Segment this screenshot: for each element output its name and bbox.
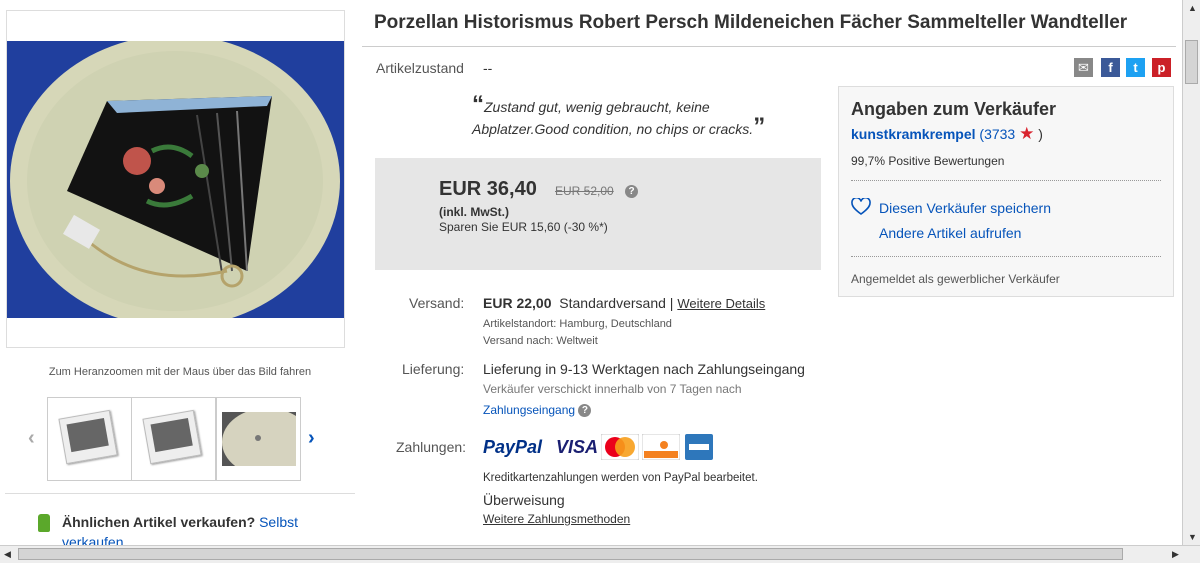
current-price: EUR 36,40 [439, 178, 537, 200]
main-image-frame [6, 10, 345, 348]
original-price: EUR 52,00 [555, 184, 614, 198]
pinterest-icon[interactable]: p [1152, 58, 1171, 77]
bank-transfer: Überweisung [483, 492, 565, 508]
price-tag-icon [38, 514, 50, 532]
feedback-score-close: ) [1038, 126, 1043, 142]
help-icon[interactable]: ? [578, 404, 592, 418]
zoom-hint: Zum Heranzoomen mit der Maus über das Bi… [48, 366, 312, 378]
close-quote: ” [753, 113, 766, 140]
horizontal-scroll-thumb[interactable] [18, 548, 1123, 560]
delivery-note-2: Zahlungseingang ? [483, 403, 592, 418]
condition-quote: “Zustand gut, wenig gebraucht, keine Abp… [472, 93, 802, 140]
facebook-icon[interactable]: f [1101, 58, 1120, 77]
mastercard-icon [601, 434, 639, 460]
seller-heading: Angaben zum Verkäufer [851, 99, 1057, 119]
seller-name-link[interactable]: kunstkramkrempel [851, 126, 976, 142]
ships-to: Versand nach: Weltweit [483, 335, 598, 347]
chevron-right-icon[interactable]: › [308, 427, 315, 450]
thumbnail-2[interactable] [131, 397, 216, 481]
vertical-scroll-thumb[interactable] [1185, 40, 1198, 84]
payment-note: Kreditkartenzahlungen werden von PayPal … [483, 472, 758, 484]
payment-label: Zahlungen: [396, 439, 467, 455]
image-placeholder-icon [58, 409, 118, 465]
shipping-method: Standardversand [559, 295, 666, 311]
twitter-icon[interactable]: t [1126, 58, 1145, 77]
main-product-image[interactable] [7, 41, 344, 318]
thumbnail-strip: ‹ › [25, 397, 335, 481]
heart-icon[interactable] [851, 198, 871, 216]
divider [362, 46, 1176, 47]
scroll-left-icon[interactable]: ◀ [4, 549, 11, 560]
star-icon: ★ [1019, 124, 1035, 143]
scroll-down-icon[interactable]: ▼ [1188, 532, 1197, 542]
scroll-right-icon[interactable]: ▶ [1172, 549, 1179, 560]
save-seller-link[interactable]: Diesen Verkäufer speichern [879, 200, 1051, 216]
email-icon[interactable]: ✉ [1074, 58, 1093, 77]
thumbnail-3[interactable] [216, 397, 301, 481]
help-icon[interactable]: ? [625, 185, 638, 198]
divider [851, 180, 1161, 181]
delivery-note: Verkäufer verschickt innerhalb von 7 Tag… [483, 382, 742, 396]
vat-note: (inkl. MwSt.) [439, 205, 509, 219]
amex-icon [685, 434, 713, 460]
visa-logo: VISA [556, 437, 599, 457]
feedback-score-link[interactable]: (3733 [979, 126, 1015, 142]
savings-note: Sparen Sie EUR 15,60 (-30 %*) [439, 220, 608, 234]
item-location: Artikelstandort: Hamburg, Deutschland [483, 318, 672, 330]
condition-value: -- [483, 60, 493, 76]
delivery-value: Lieferung in 9-13 Werktagen nach Zahlung… [483, 361, 805, 377]
more-payment-methods-link[interactable]: Weitere Zahlungsmethoden [483, 512, 630, 526]
view-other-items-link[interactable]: Andere Artikel aufrufen [879, 225, 1021, 241]
image-gallery: Zum Heranzoomen mit der Maus über das Bi… [0, 0, 360, 550]
divider [5, 493, 355, 494]
shipping-details-link[interactable]: Weitere Details [677, 296, 765, 311]
seller-info-box: Angaben zum Verkäufer kunstkramkrempel (… [838, 86, 1174, 297]
shipping-cost: EUR 22,00 [483, 295, 552, 311]
payment-received-link[interactable]: Zahlungseingang [483, 403, 575, 417]
shipping-row: EUR 22,00 Standardversand | Weitere Deta… [483, 295, 765, 311]
positive-feedback: 99,7% Positive Bewertungen [851, 154, 1005, 168]
discover-icon [642, 434, 680, 460]
seller-name-line: kunstkramkrempel (3733 ★ ) [851, 124, 1043, 144]
sell-similar-label: Ähnlichen Artikel verkaufen? [62, 514, 256, 530]
open-quote: “ [472, 91, 484, 118]
seller-type: Angemeldet als gewerblicher Verkäufer [851, 272, 1060, 286]
shipping-label: Versand: [409, 295, 465, 311]
plate-thumbnail-image [222, 412, 296, 466]
scroll-up-icon[interactable]: ▲ [1188, 3, 1197, 13]
delivery-label: Lieferung: [402, 361, 465, 377]
divider [851, 256, 1161, 257]
condition-quote-text: Zustand gut, wenig gebraucht, keine Abpl… [472, 99, 754, 137]
horizontal-scrollbar[interactable]: ◀ ▶ [0, 545, 1200, 563]
thumbnail-1[interactable] [47, 397, 132, 481]
separator: | [669, 295, 674, 311]
price-box: EUR 36,40 EUR 52,00 ? (inkl. MwSt.) Spar… [375, 158, 821, 270]
paypal-logo: PayPal [483, 437, 543, 457]
image-placeholder-icon [142, 409, 202, 465]
page-title: Porzellan Historismus Robert Persch Mild… [374, 12, 1128, 33]
vertical-scrollbar[interactable]: ▲ ▼ [1182, 0, 1200, 548]
condition-label: Artikelzustand [376, 60, 464, 76]
chevron-left-icon[interactable]: ‹ [28, 427, 35, 450]
